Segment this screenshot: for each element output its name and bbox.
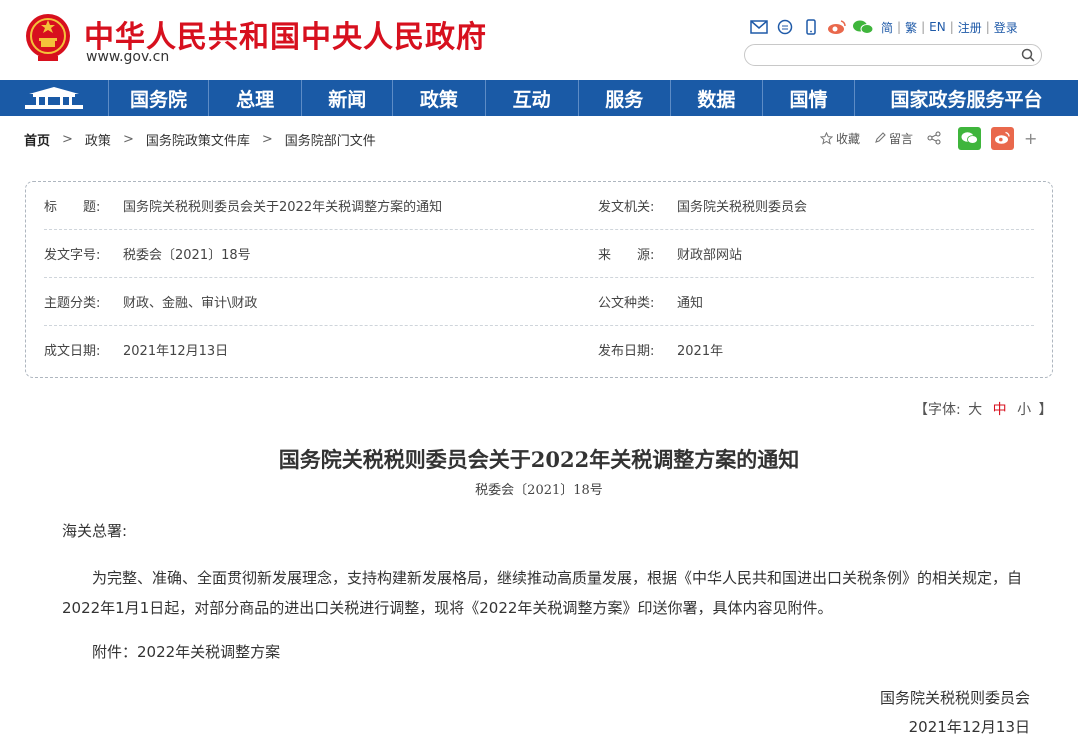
nav-item-policy[interactable]: 政策 (393, 80, 486, 116)
nav-item-news[interactable]: 新闻 (302, 80, 394, 116)
breadcrumb-department-docs[interactable]: 国务院部门文件 (285, 130, 376, 149)
font-size-medium-button[interactable]: 中 (990, 402, 1010, 418)
breadcrumb-policy[interactable]: 政策 (85, 130, 111, 149)
info-value-category: 财政、金融、审计\财政 (123, 296, 258, 311)
breadcrumb: 首页 > 政策 > 国务院政策文件库 > 国务院部门文件 (24, 130, 376, 149)
font-size-small-button[interactable]: 小 (1014, 402, 1034, 418)
favorite-label: 收藏 (836, 131, 861, 146)
link-traditional[interactable]: 繁 (902, 19, 920, 36)
share-button[interactable] (927, 131, 944, 145)
info-row: 主题分类: 财政、金融、审计\财政 公文种类: 通知 (44, 278, 1034, 326)
breadcrumb-home[interactable]: 首页 (24, 130, 50, 149)
font-switch-open: 【字体: (914, 402, 961, 418)
font-switch-close: 】 (1038, 402, 1053, 418)
nav-item-services[interactable]: 服务 (579, 80, 671, 116)
site-header: 中华人民共和国中央人民政府 www.gov.cn 简 | 繁 | EN | 注册… (0, 0, 1078, 80)
chevron-right-icon: > (62, 132, 73, 147)
article-body: 为完整、准确、全面贯彻新发展理念，支持构建新发展格局，继续推动高质量发展，根据《… (62, 569, 1023, 617)
nav-item-state-council[interactable]: 国务院 (109, 80, 210, 116)
font-size-large-button[interactable]: 大 (965, 402, 985, 418)
star-icon (820, 131, 833, 145)
info-value-publish-date: 2021年 (677, 344, 724, 359)
page-tools: 收藏 留言 + (820, 126, 1051, 150)
info-row: 成文日期: 2021年12月13日 发布日期: 2021年 (44, 326, 1034, 374)
info-label-doc-type: 公文种类: (598, 296, 655, 311)
weibo-share-icon[interactable] (991, 126, 1015, 150)
document-info-card: 标 题: 国务院关税税则委员会关于2022年关税调整方案的通知 发文机关: 国务院关… (25, 181, 1053, 378)
site-url: www.gov.cn (86, 49, 170, 65)
link-register[interactable]: 注册 (955, 19, 985, 36)
info-label-category: 主题分类: (44, 296, 101, 311)
mobile-icon[interactable] (800, 17, 822, 37)
nav-item-national-info[interactable]: 国情 (763, 80, 856, 116)
wechat-share-icon[interactable] (958, 126, 982, 150)
info-row: 发文字号: 税委会〔2021〕18号 来 源: 财政部网站 (44, 230, 1034, 278)
info-value-doc-type: 通知 (677, 296, 704, 311)
chat-icon[interactable] (774, 17, 796, 37)
article-signature: 国务院关税税则委员会 (879, 689, 1030, 707)
article-title: 国务院关税税则委员会关于2022年关税调整方案的通知 (278, 447, 800, 472)
info-label-source: 来 源: (598, 248, 655, 263)
info-value-title: 国务院关税税则委员会关于2022年关税调整方案的通知 (123, 200, 443, 215)
article-attachment-link[interactable]: 附件：2022年关税调整方案 (92, 637, 280, 667)
info-label-written-date: 成文日期: (44, 344, 101, 359)
info-label-publish-date: 发布日期: (598, 344, 655, 359)
mail-icon[interactable] (748, 17, 770, 37)
favorite-button[interactable]: 收藏 (820, 130, 860, 147)
info-value-doc-number: 税委会〔2021〕18号 (123, 248, 251, 263)
info-value-source: 财政部网站 (677, 248, 743, 263)
breadcrumb-policy-library[interactable]: 国务院政策文件库 (146, 130, 250, 149)
search-input[interactable] (755, 47, 1015, 63)
info-label-issuer: 发文机关: (598, 200, 655, 215)
info-value-written-date: 2021年12月13日 (123, 344, 229, 359)
search-icon[interactable] (1021, 48, 1035, 62)
article-date: 2021年12月13日 (908, 718, 1030, 736)
info-value-issuer: 国务院关税税则委员会 (677, 200, 808, 215)
chevron-right-icon: > (122, 132, 134, 147)
nav-item-premier[interactable]: 总理 (209, 80, 303, 116)
article-doc-number: 税委会〔2021〕18号 (475, 483, 603, 498)
main-nav: 国务院 总理 新闻 政策 互动 服务 数据 国情 国家政务服务平台 (0, 80, 1078, 116)
nav-item-interaction[interactable]: 互动 (486, 80, 579, 116)
link-english[interactable]: EN (926, 20, 949, 34)
info-row: 标 题: 国务院关税税则委员会关于2022年关税调整方案的通知 发文机关: 国务院关… (44, 182, 1034, 230)
wechat-icon[interactable] (852, 17, 874, 37)
gate-logo-icon[interactable] (0, 80, 109, 116)
font-size-switch: 【字体: 大 中 小 】 (914, 399, 1053, 419)
search-box[interactable] (744, 44, 1042, 66)
comment-button[interactable]: 留言 (874, 130, 913, 147)
share-icon (927, 131, 941, 145)
chevron-right-icon: > (261, 132, 273, 147)
info-label-title: 标 题: (44, 200, 101, 215)
top-link-bar: 简 | 繁 | EN | 注册 | 登录 (748, 16, 1021, 38)
nav-item-data[interactable]: 数据 (671, 80, 763, 116)
link-simplified[interactable]: 简 (878, 19, 896, 36)
nav-item-service-platform[interactable]: 国家政务服务平台 (855, 80, 1078, 116)
weibo-icon[interactable] (826, 17, 848, 37)
pencil-icon (875, 132, 886, 143)
comment-label: 留言 (889, 131, 914, 146)
link-login[interactable]: 登录 (991, 19, 1021, 36)
info-label-doc-number: 发文字号: (44, 248, 101, 263)
more-button[interactable]: + (1024, 129, 1037, 148)
national-emblem-icon[interactable] (24, 12, 72, 62)
article-salutation: 海关总署: (62, 522, 128, 540)
